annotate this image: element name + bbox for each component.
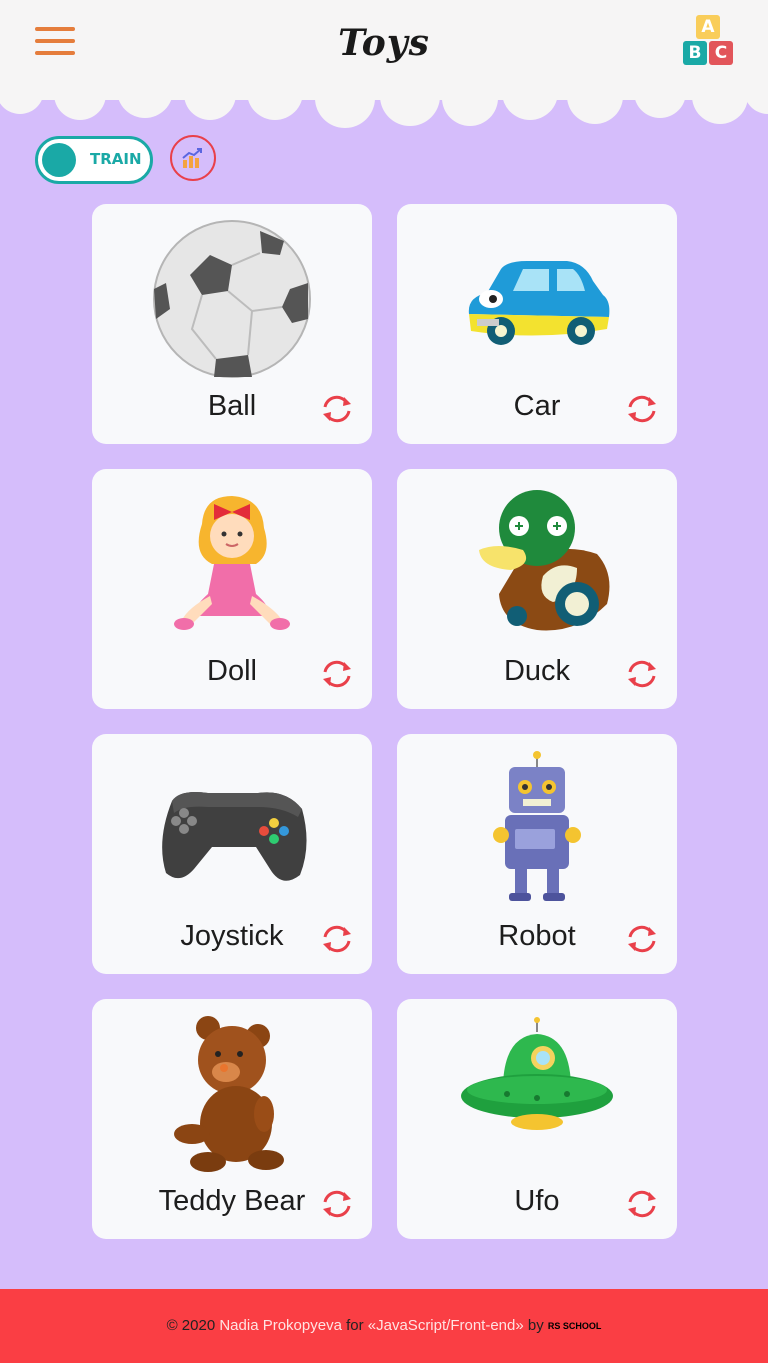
teddy-bear-icon bbox=[174, 1016, 284, 1172]
ufo-icon bbox=[461, 1017, 613, 1130]
copyright-text: © 2020 bbox=[166, 1317, 216, 1334]
card-ufo[interactable]: Ufo bbox=[397, 999, 677, 1239]
card-ball[interactable]: Ball bbox=[92, 204, 372, 444]
author-link[interactable]: Nadia Prokopyeva bbox=[219, 1317, 342, 1334]
block-b: B bbox=[683, 41, 707, 65]
flip-icon[interactable] bbox=[625, 392, 659, 426]
rs-school-logo[interactable]: RS SCHOOL bbox=[548, 1321, 602, 1331]
block-a: A bbox=[696, 15, 720, 39]
chart-icon bbox=[182, 148, 202, 168]
toy-duck-icon bbox=[479, 490, 610, 631]
flip-icon[interactable] bbox=[625, 1187, 659, 1221]
doll-icon bbox=[174, 496, 290, 630]
statistics-button[interactable] bbox=[170, 135, 216, 181]
toggle-knob bbox=[42, 143, 76, 177]
by-text: by bbox=[527, 1317, 544, 1334]
card-teddy-bear[interactable]: Teddy Bear bbox=[92, 999, 372, 1239]
toggle-label: TRAIN bbox=[90, 150, 142, 168]
card-duck[interactable]: Duck bbox=[397, 469, 677, 709]
card-doll[interactable]: Doll bbox=[92, 469, 372, 709]
flip-icon[interactable] bbox=[625, 657, 659, 691]
soccer-ball-icon bbox=[153, 220, 311, 378]
train-play-toggle[interactable]: TRAIN bbox=[35, 136, 153, 184]
card-car[interactable]: Car bbox=[397, 204, 677, 444]
cloud-border bbox=[0, 78, 768, 128]
card-joystick[interactable]: Joystick bbox=[92, 734, 372, 974]
for-text: for bbox=[346, 1317, 364, 1334]
gamepad-icon bbox=[162, 792, 307, 881]
flip-icon[interactable] bbox=[625, 922, 659, 956]
flip-icon[interactable] bbox=[320, 657, 354, 691]
footer-credits: © 2020 Nadia Prokopyeva for «JavaScript/… bbox=[0, 1317, 768, 1334]
flip-icon[interactable] bbox=[320, 922, 354, 956]
flip-icon[interactable] bbox=[320, 1187, 354, 1221]
card-robot[interactable]: Robot bbox=[397, 734, 677, 974]
toy-car-icon bbox=[468, 261, 610, 345]
flip-icon[interactable] bbox=[320, 392, 354, 426]
abc-blocks-icon: A B C bbox=[683, 15, 735, 67]
page-title: Toys bbox=[338, 22, 430, 64]
page-footer: © 2020 Nadia Prokopyeva for «JavaScript/… bbox=[0, 1289, 768, 1363]
robot-icon bbox=[493, 751, 581, 901]
course-link[interactable]: «JavaScript/Front-end» bbox=[368, 1317, 524, 1334]
block-c: C bbox=[709, 41, 733, 65]
